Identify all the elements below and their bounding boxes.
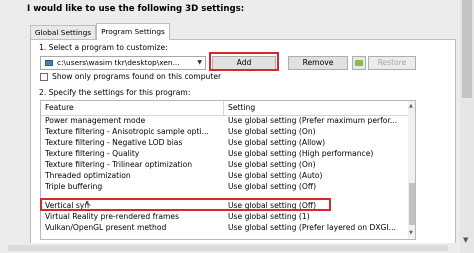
table-scrollbar-thumb[interactable]	[409, 183, 415, 225]
table-row[interactable]: Vulkan/OpenGL present method Use global …	[41, 223, 409, 233]
settings-table-header: Feature Setting	[41, 101, 409, 116]
nvidia-control-panel-page: I would like to use the following 3D set…	[0, 0, 474, 253]
scroll-up-arrow-icon[interactable]: ▲	[409, 103, 413, 109]
row-setting: Use global setting (Allow)	[228, 138, 326, 147]
column-header-feature[interactable]: Feature	[45, 103, 74, 112]
show-only-found-label[interactable]: Show only programs found on this compute…	[52, 72, 221, 81]
tab-global-settings[interactable]: Global Settings	[30, 25, 96, 39]
table-row[interactable]: Texture filtering - Negative LOD bias Us…	[41, 138, 409, 148]
row-feature: Texture filtering - Anisotropic sample o…	[45, 127, 209, 136]
window-horizontal-scrollbar[interactable]	[0, 243, 460, 253]
remove-button[interactable]: Remove	[288, 56, 348, 70]
chevron-down-icon[interactable]: ▼	[197, 59, 202, 66]
mouse-cursor-icon: ↖	[85, 199, 92, 208]
table-row[interactable]: Threaded optimization Use global setting…	[41, 171, 409, 181]
row-feature: Power management mode	[45, 116, 146, 125]
table-row[interactable]: Power management mode Use global setting…	[41, 116, 409, 126]
row-setting: Use global setting (Prefer maximum perfo…	[228, 116, 398, 125]
window-scrollbar-thumb[interactable]	[462, 0, 472, 98]
row-setting: Use global setting (On)	[228, 160, 316, 169]
program-dropdown-value: c:\users\wasim tkr\desktop\xen...	[57, 58, 180, 67]
tab-program-settings[interactable]: Program Settings	[96, 23, 170, 40]
window-horizontal-scrollbar-thumb[interactable]	[8, 245, 448, 251]
row-feature: Texture filtering - Trilinear optimizati…	[45, 160, 193, 169]
settings-table: Feature Setting Power management mode Us…	[40, 100, 416, 240]
table-scrollbar[interactable]: ▲ ▼	[408, 101, 415, 239]
select-program-label: 1. Select a program to customize:	[39, 43, 168, 52]
row-feature: Virtual Reality pre-rendered frames	[45, 212, 180, 221]
scroll-down-arrow-icon[interactable]: ▼	[409, 230, 413, 236]
specify-settings-label: 2. Specify the settings for this program…	[39, 88, 191, 97]
column-separator[interactable]	[223, 101, 224, 115]
scroll-down-arrow-icon[interactable]: ▼	[463, 237, 468, 244]
program-dropdown[interactable]: c:\users\wasim tkr\desktop\xen... ▼	[40, 56, 206, 70]
application-icon	[45, 60, 53, 66]
add-button-highlight	[209, 52, 279, 71]
restore-button[interactable]: Restore	[368, 56, 416, 70]
column-header-setting[interactable]: Setting	[228, 103, 255, 112]
row-feature: Texture filtering - Negative LOD bias	[45, 138, 183, 147]
row-setting: Use global setting (Auto)	[228, 171, 323, 180]
table-row[interactable]: Virtual Reality pre-rendered frames Use …	[41, 212, 409, 222]
row-feature: Vulkan/OpenGL present method	[45, 223, 167, 232]
row-feature: Texture filtering - Quality	[45, 149, 140, 158]
row-feature: Triple buffering	[45, 182, 103, 191]
vertical-sync-highlight	[40, 198, 331, 211]
table-row[interactable]: Texture filtering - Anisotropic sample o…	[41, 127, 409, 137]
table-row[interactable]: Triple buffering Use global setting (Off…	[41, 182, 409, 192]
table-row[interactable]: Texture filtering - Quality Use global s…	[41, 149, 409, 159]
window-scrollbar[interactable]: ▼	[460, 0, 474, 253]
row-setting: Use global setting (High performance)	[228, 149, 374, 158]
show-only-found-checkbox[interactable]	[40, 73, 48, 81]
table-row[interactable]: Texture filtering - Trilinear optimizati…	[41, 160, 409, 170]
page-heading: I would like to use the following 3D set…	[27, 4, 245, 14]
row-setting: Use global setting (Off)	[228, 182, 317, 191]
row-setting: Use global setting (Prefer layered on DX…	[228, 223, 396, 232]
row-setting: Use global setting (1)	[228, 212, 310, 221]
nvidia-icon	[355, 60, 363, 66]
row-setting: Use global setting (On)	[228, 127, 316, 136]
nvidia-button[interactable]	[352, 56, 366, 70]
row-feature: Threaded optimization	[45, 171, 131, 180]
